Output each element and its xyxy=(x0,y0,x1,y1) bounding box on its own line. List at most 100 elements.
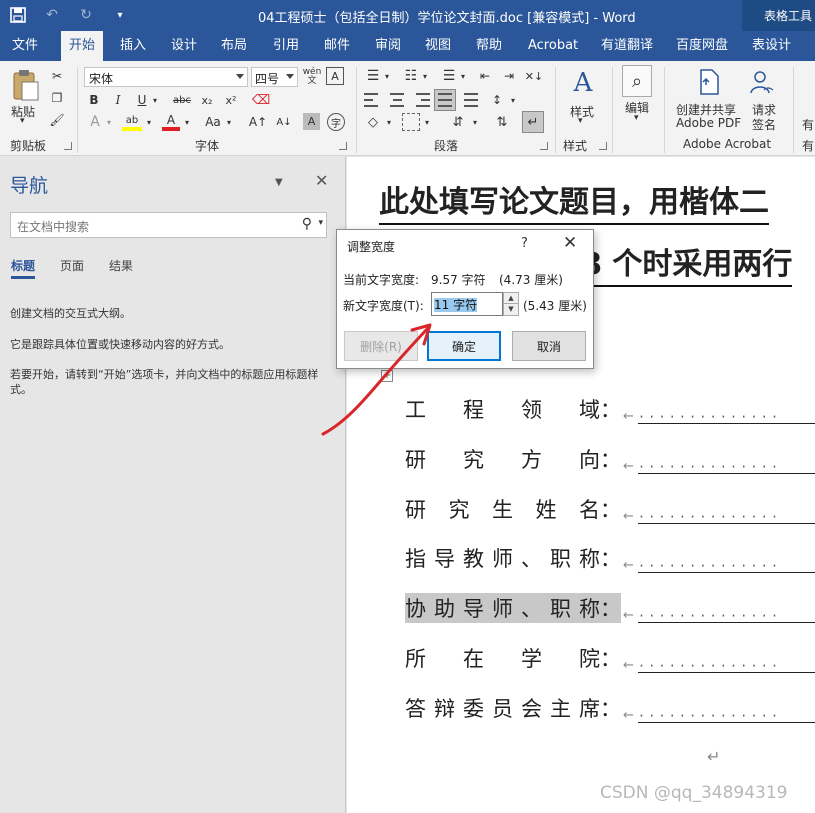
paragraph-launcher-icon[interactable] xyxy=(540,142,548,150)
font-launcher-icon[interactable] xyxy=(339,142,347,150)
request-signature-icon[interactable] xyxy=(748,67,776,97)
new-width-spinner[interactable]: ▲ ▼ xyxy=(503,292,519,316)
align-left-icon[interactable] xyxy=(364,91,382,109)
paste-icon[interactable] xyxy=(8,67,42,103)
close-icon[interactable]: ✕ xyxy=(315,171,328,190)
numbering-icon[interactable]: ☷ xyxy=(402,67,420,85)
search-icon[interactable]: ⌕ xyxy=(622,65,652,97)
tab-layout[interactable]: 布局 xyxy=(221,31,247,61)
save-icon[interactable] xyxy=(8,4,28,26)
form-blank[interactable]: ·············· xyxy=(637,461,815,474)
redo-icon[interactable]: ↻ xyxy=(76,4,96,26)
tab-youdao[interactable]: 有道翻译 xyxy=(601,31,653,61)
enclose-characters-icon[interactable]: 字 xyxy=(327,113,345,131)
tab-baidu[interactable]: 百度网盘 xyxy=(676,31,728,61)
tab-review[interactable]: 审阅 xyxy=(375,31,401,61)
ok-button[interactable]: 确定 xyxy=(427,331,501,361)
multilevel-list-icon[interactable]: ☰ xyxy=(440,67,458,85)
chevron-down-icon[interactable]: ▾ xyxy=(470,113,480,131)
shading-icon[interactable]: ◇ xyxy=(364,113,382,131)
clipboard-launcher-icon[interactable] xyxy=(64,142,72,150)
distributed-icon[interactable] xyxy=(462,91,480,109)
font-color-icon[interactable]: A xyxy=(162,113,180,131)
grow-font-icon[interactable]: A↑ xyxy=(249,113,267,131)
form-blank[interactable]: ·············· xyxy=(637,710,815,723)
chevron-down-icon[interactable]: ▾ xyxy=(422,113,432,131)
show-marks-icon[interactable]: ↵ xyxy=(522,111,544,133)
tab-file[interactable]: 文件 xyxy=(12,31,38,61)
spin-down-icon[interactable]: ▼ xyxy=(504,304,518,315)
table-move-handle-icon[interactable]: + xyxy=(381,370,393,382)
truncated-button-label[interactable]: 有 xyxy=(802,116,814,133)
justify-icon[interactable] xyxy=(434,89,456,111)
line-spacing-icon[interactable]: ↕ xyxy=(488,91,506,109)
tab-acrobat[interactable]: Acrobat xyxy=(528,31,578,61)
paste-dropdown-icon[interactable]: ▾ xyxy=(20,116,25,126)
underline-icon[interactable]: U xyxy=(134,91,150,109)
tab-design[interactable]: 设计 xyxy=(171,31,197,61)
superscript-icon[interactable]: x² xyxy=(222,91,240,109)
bold-icon[interactable]: B xyxy=(86,91,102,109)
form-row-co-supervisor[interactable]: 协助导师、职称： ← ·············· xyxy=(405,593,815,623)
chevron-down-icon[interactable]: ▾ xyxy=(144,113,154,131)
tab-view[interactable]: 视图 xyxy=(425,31,451,61)
chevron-down-icon[interactable]: ▾ xyxy=(382,67,392,85)
form-blank[interactable]: ·············· xyxy=(637,511,815,524)
text-effects-icon[interactable]: A xyxy=(86,113,104,131)
cancel-button[interactable]: 取消 xyxy=(512,331,586,361)
form-row-college[interactable]: 所在学院： ← ·············· xyxy=(405,643,815,673)
nav-tab-headings[interactable]: 标题 xyxy=(11,257,36,279)
phonetic-guide-icon[interactable]: wén 文 xyxy=(301,66,323,88)
form-blank[interactable]: ·············· xyxy=(637,660,815,673)
nav-tab-results[interactable]: 结果 xyxy=(109,257,133,274)
copy-icon[interactable]: ❐ xyxy=(48,89,66,107)
form-row-student-name[interactable]: 研究生姓名： ← ·············· xyxy=(405,494,815,524)
customize-qat-icon[interactable]: ▾ xyxy=(110,4,130,26)
character-border-icon[interactable]: A xyxy=(326,67,344,85)
nav-options-icon[interactable]: ▼ xyxy=(275,177,283,188)
tab-insert[interactable]: 插入 xyxy=(120,31,146,61)
spin-up-icon[interactable]: ▲ xyxy=(504,293,518,304)
character-shading-icon[interactable]: A xyxy=(303,113,320,130)
chevron-down-icon[interactable]: ▾ xyxy=(578,116,583,126)
chevron-down-icon[interactable]: ▾ xyxy=(150,91,160,109)
font-family-select[interactable]: 宋体 xyxy=(84,67,248,87)
styles-icon[interactable]: A xyxy=(568,67,598,99)
tab-table-design[interactable]: 表设计 xyxy=(752,31,791,61)
align-center-icon[interactable] xyxy=(388,91,406,109)
chevron-down-icon[interactable]: ▾ xyxy=(384,113,394,131)
change-case-icon[interactable]: Aa xyxy=(202,113,224,131)
decrease-indent-icon[interactable]: ⇤ xyxy=(476,67,494,85)
form-row-committee-chair[interactable]: 答辩委员会主席： ← ·············· xyxy=(405,693,815,723)
clear-formatting-icon[interactable]: ⌫ xyxy=(252,91,270,109)
thesis-title-line-1[interactable]: 此处填写论文题目，用楷体二 xyxy=(379,183,769,225)
undo-icon[interactable]: ↶ xyxy=(42,4,62,26)
tab-help[interactable]: 帮助 xyxy=(476,31,502,61)
chevron-down-icon[interactable]: ▾ xyxy=(634,113,639,123)
help-icon[interactable]: ? xyxy=(521,236,528,251)
chevron-down-icon[interactable]: ▾ xyxy=(182,113,192,131)
chevron-down-icon[interactable]: ▾ xyxy=(104,113,114,131)
form-row-supervisor[interactable]: 指导教师、职称： ← ·············· xyxy=(405,543,815,573)
tab-home[interactable]: 开始 xyxy=(61,31,104,61)
form-row-engineering-field[interactable]: 工程领域： ← ·············· xyxy=(405,394,815,424)
chevron-down-icon[interactable]: ▾ xyxy=(224,113,234,131)
bullets-icon[interactable]: ☰ xyxy=(364,67,382,85)
nav-search-input[interactable]: 在文档中搜索 ⚲ ▾ xyxy=(10,212,327,238)
form-row-research-direction[interactable]: 研究方向： ← ·············· xyxy=(405,444,815,474)
styles-launcher-icon[interactable] xyxy=(599,142,607,150)
form-blank[interactable]: ·············· xyxy=(637,560,815,573)
format-painter-icon[interactable]: 🖌 xyxy=(48,111,66,129)
pdf-share-icon[interactable] xyxy=(696,67,722,97)
nav-tab-pages[interactable]: 页面 xyxy=(60,257,84,274)
form-blank[interactable]: ·············· xyxy=(637,411,815,424)
close-icon[interactable]: ✕ xyxy=(563,233,577,253)
search-icon[interactable]: ⚲ xyxy=(302,216,312,232)
shrink-font-icon[interactable]: A↓ xyxy=(275,113,293,131)
increase-indent-icon[interactable]: ⇥ xyxy=(500,67,518,85)
subscript-icon[interactable]: x₂ xyxy=(198,91,216,109)
form-blank[interactable]: ·············· xyxy=(637,610,815,623)
italic-icon[interactable]: I xyxy=(110,91,126,109)
thesis-title-line-2[interactable]: 8 个时采用两行 xyxy=(581,245,793,287)
chevron-down-icon[interactable]: ▾ xyxy=(318,218,323,228)
